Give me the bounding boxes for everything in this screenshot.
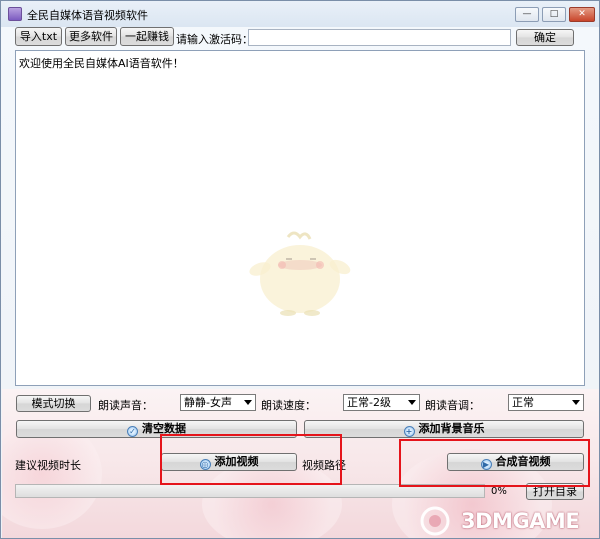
confirm-button[interactable]: 确定 [516, 29, 574, 46]
progress-percent: 0% [491, 486, 507, 497]
text-editor[interactable]: 欢迎使用全民自媒体AI语音软件！ [15, 50, 585, 386]
chevron-down-icon [408, 400, 416, 405]
app-icon [8, 7, 22, 21]
add-bgm-label: 添加背景音乐 [418, 422, 485, 435]
watermark-text: 3DMGAME [461, 509, 580, 533]
app-window: 全民自媒体语音视频软件 — □ ✕ 导入txt 更多软件 一起赚钱 请输入激活码… [0, 0, 600, 539]
add-bgm-button[interactable]: + 添加背景音乐 [304, 420, 584, 438]
minimize-button[interactable]: — [515, 7, 539, 22]
tone-value: 正常 [512, 396, 534, 409]
window-title: 全民自媒体语音视频软件 [27, 9, 148, 22]
title-bar: 全民自媒体语音视频软件 — □ ✕ [1, 1, 599, 27]
chick-mascot-icon [249, 231, 351, 316]
confirm-label: 确定 [534, 31, 556, 44]
voice-label: 朗读声音： [98, 399, 153, 412]
check-icon: ✓ [127, 426, 138, 437]
welcome-text: 欢迎使用全民自媒体AI语音软件！ [19, 57, 184, 70]
more-software-button[interactable]: 更多软件 [65, 27, 117, 46]
voice-select[interactable]: 静静-女声 [180, 394, 256, 411]
tone-select[interactable]: 正常 [508, 394, 584, 411]
earn-together-label: 一起赚钱 [125, 30, 169, 43]
import-txt-label: 导入txt [19, 30, 58, 43]
mode-switch-label: 模式切换 [31, 397, 76, 410]
speed-label: 朗读速度： [261, 399, 316, 412]
plus-icon: + [403, 426, 415, 437]
speed-value: 正常-2级 [347, 396, 391, 409]
highlight-box-add-video [160, 434, 342, 485]
earn-together-button[interactable]: 一起赚钱 [120, 27, 174, 46]
close-button[interactable]: ✕ [569, 7, 595, 22]
activation-code-input[interactable] [248, 29, 511, 46]
speed-select[interactable]: 正常-2级 [343, 394, 420, 411]
chevron-down-icon [572, 400, 580, 405]
activation-code-label: 请输入激活码： [176, 33, 253, 46]
mode-switch-button[interactable]: 模式切换 [16, 395, 91, 412]
import-txt-button[interactable]: 导入txt [15, 27, 62, 46]
chevron-down-icon [244, 400, 252, 405]
tone-label: 朗读音调： [425, 399, 480, 412]
watermark: 3DMGAME [409, 505, 597, 537]
voice-value: 静静-女声 [184, 396, 232, 409]
suggest-duration-label: 建议视频时长 [15, 459, 81, 472]
watermark-logo-icon [420, 506, 450, 536]
more-software-label: 更多软件 [69, 30, 113, 43]
highlight-box-synthesize [399, 439, 590, 487]
maximize-button[interactable]: □ [542, 7, 566, 22]
